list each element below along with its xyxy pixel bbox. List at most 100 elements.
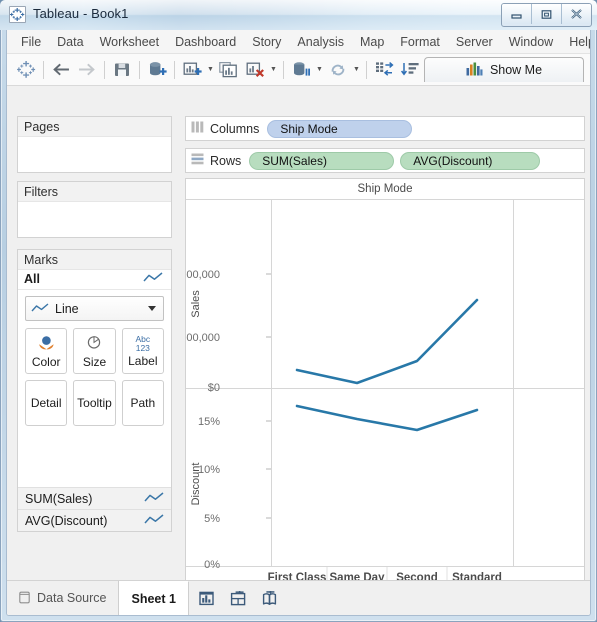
pause-updates-icon[interactable] xyxy=(288,57,314,83)
redo-arrow-icon xyxy=(74,57,100,83)
sheet-tab-sheet-1[interactable]: Sheet 1 xyxy=(119,581,189,615)
marks-path-button[interactable]: Path xyxy=(121,380,164,426)
sales-line-series[interactable] xyxy=(295,298,479,385)
menu-file[interactable]: File xyxy=(13,33,49,51)
new-worksheet-icon[interactable] xyxy=(179,57,205,83)
mark-type-value: Line xyxy=(55,301,79,316)
refresh-icon xyxy=(325,57,351,83)
line-chart-icon xyxy=(31,302,49,316)
new-dashboard-tab-icon[interactable] xyxy=(224,581,255,615)
marks-size-button[interactable]: Size xyxy=(73,328,116,374)
restore-button[interactable] xyxy=(532,4,562,24)
pages-drop-zone[interactable] xyxy=(18,137,171,171)
filters-card-title: Filters xyxy=(18,182,171,202)
chevron-down-icon[interactable] xyxy=(148,306,156,311)
marks-color-button[interactable]: Color xyxy=(25,328,68,374)
menu-server[interactable]: Server xyxy=(448,33,501,51)
tableau-sparkle-icon[interactable] xyxy=(13,57,39,83)
marks-measure-label: SUM(Sales) xyxy=(25,491,93,506)
filters-drop-zone[interactable] xyxy=(18,202,171,236)
window-title: Tableau - Book1 xyxy=(33,6,129,21)
menu-help[interactable]: Help xyxy=(561,33,590,51)
show-me-button[interactable]: Show Me xyxy=(424,57,584,82)
marks-tooltip-button[interactable]: Tooltip xyxy=(73,380,116,426)
sales-ytick-0: $0 xyxy=(208,382,220,394)
menu-window[interactable]: Window xyxy=(501,33,561,51)
menu-analysis[interactable]: Analysis xyxy=(289,33,352,51)
columns-shelf[interactable]: Columns Ship Mode xyxy=(185,116,585,141)
toolbar-separator xyxy=(366,60,367,79)
pill-sum-sales[interactable]: SUM(Sales) xyxy=(249,151,395,170)
menu-bar: File Data Worksheet Dashboard Story Anal… xyxy=(7,30,590,54)
pause-updates-dropdown-icon[interactable]: ▼ xyxy=(314,57,325,83)
discount-line-series[interactable] xyxy=(295,404,479,432)
database-cylinder-icon xyxy=(19,590,30,607)
discount-axis-label: Discount xyxy=(190,463,202,506)
new-data-source-icon[interactable] xyxy=(144,57,170,83)
menu-map[interactable]: Map xyxy=(352,33,392,51)
refresh-dropdown-icon: ▼ xyxy=(353,66,360,73)
marks-all-row[interactable]: All xyxy=(18,270,171,290)
columns-shelf-icon xyxy=(191,120,204,138)
sheet-tab-bar: Data Source Sheet 1 xyxy=(7,580,590,615)
show-me-bars-icon xyxy=(466,62,483,79)
size-circle-icon xyxy=(85,334,103,354)
new-story-tab-icon[interactable] xyxy=(255,581,286,615)
marks-all-label: All xyxy=(24,272,40,286)
new-worksheet-dropdown-icon[interactable]: ▼ xyxy=(205,57,216,83)
show-me-label: Show Me xyxy=(489,63,543,77)
toolbar-separator xyxy=(43,60,44,79)
duplicate-sheet-icon[interactable] xyxy=(216,57,242,83)
menu-dashboard[interactable]: Dashboard xyxy=(167,33,244,51)
save-icon[interactable] xyxy=(109,57,135,83)
marks-path-label: Path xyxy=(130,396,156,410)
abc-123-label-icon: Abc 123 xyxy=(135,333,151,353)
toolbar-separator xyxy=(283,60,284,79)
left-panel: Pages Filters Marks All Line Color Size … xyxy=(7,86,181,596)
marks-measure-sum-sales[interactable]: SUM(Sales) xyxy=(18,487,171,509)
menu-data[interactable]: Data xyxy=(49,33,91,51)
close-button[interactable] xyxy=(562,4,591,24)
marks-detail-button[interactable]: Detail xyxy=(25,380,68,426)
marks-measure-label: AVG(Discount) xyxy=(25,513,108,528)
title-bar: Tableau - Book1 xyxy=(0,0,597,30)
line-chart-icon xyxy=(144,513,164,528)
swap-rows-columns-icon[interactable] xyxy=(371,57,397,83)
sales-axis-label: Sales xyxy=(190,290,202,318)
column-header-title: Ship Mode xyxy=(357,183,413,195)
clear-sheet-icon[interactable] xyxy=(242,57,268,83)
sales-chart: $1,000,000 $500,000 $0 Sales xyxy=(186,269,479,394)
sort-descending-icon[interactable] xyxy=(397,57,423,83)
menu-format[interactable]: Format xyxy=(392,33,448,51)
mark-type-select[interactable]: Line xyxy=(25,296,164,321)
client-area: File Data Worksheet Dashboard Story Anal… xyxy=(6,30,591,616)
minimize-button[interactable] xyxy=(502,4,532,24)
menu-story[interactable]: Story xyxy=(244,33,289,51)
new-worksheet-tab-icon[interactable] xyxy=(193,581,224,615)
pill-avg-discount[interactable]: AVG(Discount) xyxy=(400,151,541,170)
right-panel: Columns Ship Mode Rows SUM(Sales) AVG(Di… xyxy=(181,86,590,596)
marks-card: Marks All Line Color Size Abc 123 Label … xyxy=(17,249,172,532)
marks-card-title: Marks xyxy=(18,250,171,270)
pages-card-title: Pages xyxy=(18,117,171,137)
pill-ship-mode[interactable]: Ship Mode xyxy=(267,119,413,138)
menu-worksheet[interactable]: Worksheet xyxy=(92,33,168,51)
sales-ytick-500000: $500,000 xyxy=(186,332,220,344)
data-source-tab-label: Data Source xyxy=(37,591,107,605)
rows-shelf[interactable]: Rows SUM(Sales) AVG(Discount) xyxy=(185,148,585,173)
tableau-logo-icon xyxy=(9,6,26,23)
filters-card: Filters xyxy=(17,181,172,238)
discount-ytick-5: 5% xyxy=(204,513,220,525)
data-source-tab[interactable]: Data Source xyxy=(7,581,120,615)
toolbar-separator xyxy=(174,60,175,79)
rows-shelf-label: Rows xyxy=(210,153,242,168)
undo-arrow-icon[interactable] xyxy=(48,57,74,83)
marks-size-label: Size xyxy=(82,354,107,369)
discount-ytick-15: 15% xyxy=(198,416,220,428)
sheet-tab-actions xyxy=(189,581,286,615)
marks-measure-avg-discount[interactable]: AVG(Discount) xyxy=(18,509,171,531)
marks-label-button[interactable]: Abc 123 Label xyxy=(121,328,164,374)
clear-sheet-dropdown-icon[interactable]: ▼ xyxy=(268,57,279,83)
window-controls xyxy=(501,3,592,27)
toolbar-separator xyxy=(104,60,105,79)
